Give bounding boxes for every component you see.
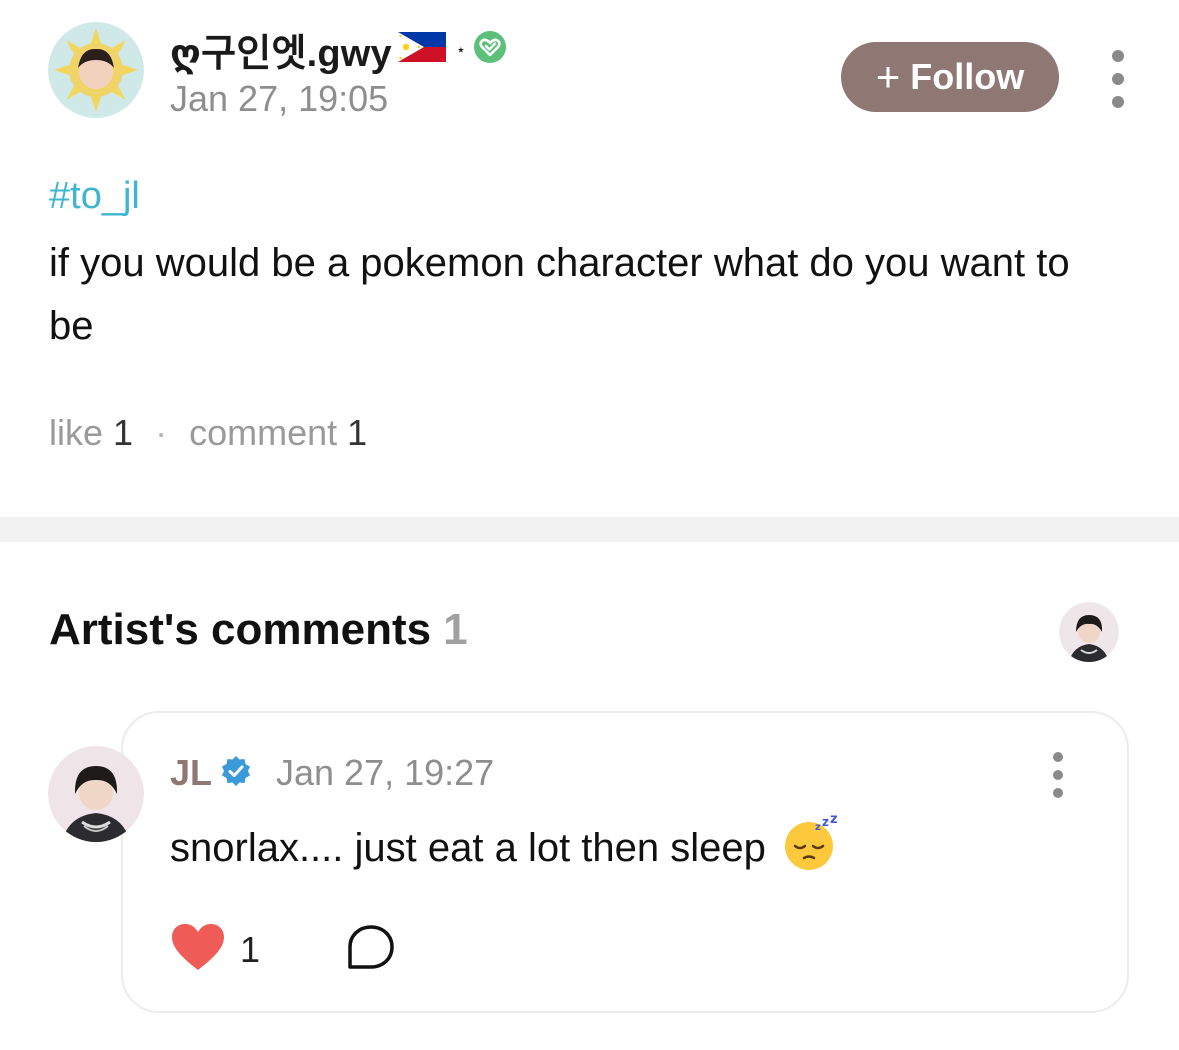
comment-text-row: snorlax.... just eat a lot then sleep z …	[170, 812, 840, 881]
name-separator: ⋆	[455, 41, 466, 59]
post-date: Jan 27, 19:05	[170, 78, 389, 119]
svg-text:z: z	[815, 822, 821, 833]
post-hashtag[interactable]: #to_jl	[49, 175, 140, 218]
like-count: 1	[113, 412, 134, 453]
like-label: like	[49, 412, 104, 453]
post-stats: like 1 · comment 1	[49, 412, 367, 454]
comment-header: JL Jan 27, 19:27	[170, 752, 494, 794]
commenter-avatar[interactable]	[48, 746, 144, 842]
artist-comments-title: Artist's comments 1	[49, 605, 468, 655]
comment-stat[interactable]: comment 1	[189, 412, 367, 453]
comment-more-icon[interactable]	[1053, 752, 1063, 798]
blue-verified-badge-icon	[220, 755, 252, 792]
post-body: if you would be a pokemon character what…	[49, 241, 1070, 348]
plus-icon: +	[875, 53, 901, 100]
comment-like-count: 1	[240, 928, 261, 970]
artist-comments-label: Artist's comments	[49, 605, 432, 654]
comment-date: Jan 27, 19:27	[276, 752, 495, 793]
like-stat[interactable]: like 1	[49, 412, 143, 453]
post-card: ღ구인엣.gwy ⋆ Jan 27, 19:05 + Follow #to_jl…	[0, 0, 1179, 517]
svg-text:z: z	[830, 815, 838, 827]
author-avatar[interactable]	[48, 22, 144, 118]
section-divider	[0, 517, 1179, 542]
comment-actions: 1	[170, 922, 396, 977]
author-name[interactable]: ღ구인엣.gwy	[170, 22, 392, 77]
follow-label: Follow	[910, 56, 1025, 97]
svg-text:z: z	[822, 815, 829, 829]
commenter-name[interactable]: JL	[170, 752, 212, 794]
sleeping-face-emoji: z z z	[782, 812, 840, 881]
stats-separator: ·	[155, 412, 168, 453]
heart-icon[interactable]	[170, 922, 226, 977]
comment-label: comment	[189, 412, 338, 453]
artist-comments-count: 1	[443, 605, 468, 654]
green-heart-check-icon	[473, 31, 506, 68]
artist-avatar-small[interactable]	[1059, 602, 1119, 662]
comment-count: 1	[347, 412, 368, 453]
author-row: ღ구인엣.gwy ⋆	[170, 22, 506, 77]
comment-bubble-icon[interactable]	[346, 923, 396, 976]
philippines-flag-icon	[397, 32, 446, 67]
post-more-icon[interactable]	[1112, 50, 1124, 108]
comment-text: snorlax.... just eat a lot then sleep	[170, 825, 766, 870]
follow-button[interactable]: + Follow	[841, 42, 1059, 112]
